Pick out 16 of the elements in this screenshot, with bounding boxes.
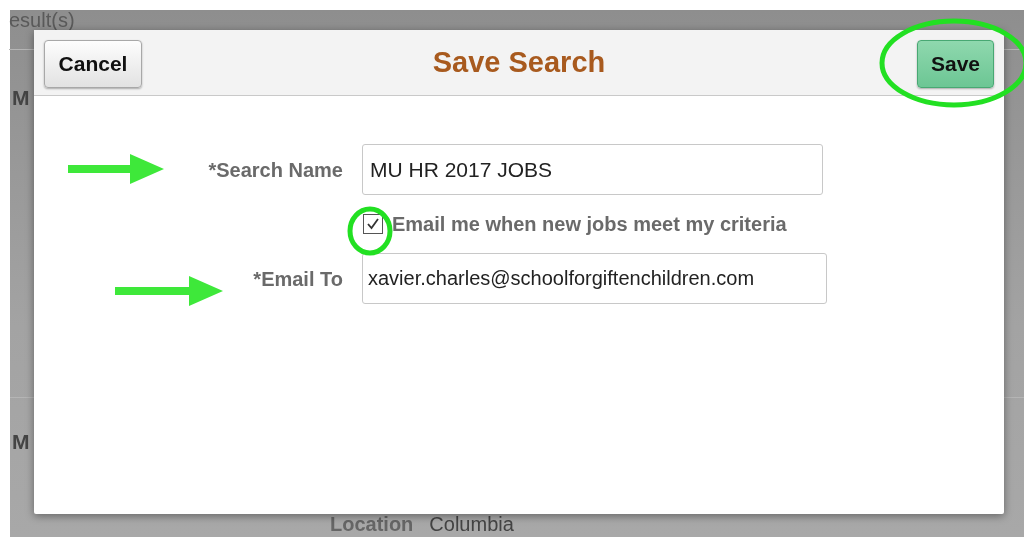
email-to-field[interactable]: xavier.charles@schoolforgiftenchildren.com: [362, 253, 827, 304]
save-button[interactable]: Save: [917, 40, 994, 88]
location-value: Columbia: [429, 513, 514, 535]
search-name-field[interactable]: MU HR 2017 JOBS: [362, 144, 823, 195]
email-option-label: Email me when new jobs meet my criteria: [392, 212, 787, 237]
search-name-label: *Search Name: [208, 157, 343, 183]
arrow-icon: [68, 152, 164, 186]
result-label: M: [11, 429, 30, 453]
highlight-circle: [346, 206, 394, 256]
email-to-label: *Email To: [253, 266, 343, 292]
arrow-icon: [115, 274, 223, 308]
dialog-title: Save Search: [432, 44, 606, 80]
email-checkbox[interactable]: [363, 214, 383, 234]
result-label: M: [11, 85, 30, 109]
cancel-button[interactable]: Cancel: [44, 40, 142, 88]
location-label: Location: [330, 513, 414, 535]
